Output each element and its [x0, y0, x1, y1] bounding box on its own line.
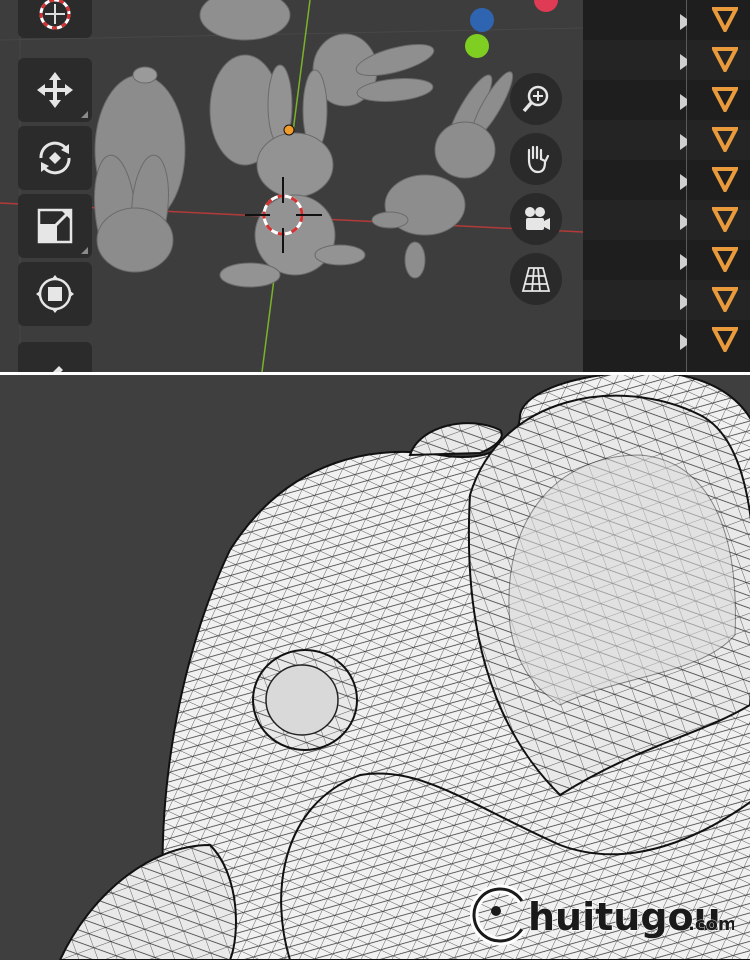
tool-submenu-indicator — [81, 111, 88, 118]
camera-view-button[interactable] — [510, 193, 562, 245]
scale-icon — [37, 208, 73, 244]
gizmo-z-dot — [470, 8, 494, 32]
zoom-icon — [522, 85, 549, 113]
toolbar — [14, 0, 96, 372]
keyframe-marker[interactable] — [712, 206, 738, 232]
bunny-ear-base-mesh — [408, 422, 503, 457]
wireframe-viewport[interactable]: huitugou .com — [0, 375, 750, 960]
grid-icon — [521, 267, 551, 292]
keyframe-marker[interactable] — [712, 246, 738, 272]
tool-submenu-indicator — [81, 247, 88, 254]
pencil-icon — [53, 366, 63, 372]
watermark-c-icon — [470, 884, 531, 946]
gizmo-x-dot — [534, 0, 558, 12]
keyframe-tick — [680, 14, 693, 30]
keyframe-tick — [680, 214, 693, 230]
watermark-logo: huitugou .com — [470, 884, 734, 946]
keyframe-marker[interactable] — [712, 46, 738, 72]
watermark-brand-suffix: .com — [688, 914, 734, 935]
zoom-button[interactable] — [510, 73, 562, 125]
pan-button[interactable] — [510, 133, 562, 185]
keyframe-marker[interactable] — [712, 86, 738, 112]
object-origin — [283, 124, 295, 136]
keyframe-marker[interactable] — [712, 286, 738, 312]
move-icon — [37, 72, 73, 108]
camera-icon — [525, 207, 550, 230]
keyframe-tick — [680, 134, 693, 150]
rotate-icon — [39, 141, 71, 175]
keyframe-tick — [680, 254, 693, 270]
scale-tool[interactable] — [18, 194, 92, 258]
cursor-tool[interactable] — [18, 0, 92, 38]
keyframe-tick — [680, 54, 693, 70]
hand-icon — [527, 145, 550, 174]
rotate-tool[interactable] — [18, 126, 92, 190]
move-tool[interactable] — [18, 58, 92, 122]
keyframe-tick — [680, 94, 693, 110]
keyframe-marker[interactable] — [712, 166, 738, 192]
keyframe-tick — [680, 294, 693, 310]
perspective-toggle-button[interactable] — [510, 253, 562, 305]
annotate-tool[interactable] — [18, 342, 92, 372]
keyframe-tick — [680, 334, 693, 350]
wireframe-mesh — [58, 375, 750, 960]
cursor-icon — [39, 0, 71, 30]
gizmo-y-dot — [465, 34, 489, 58]
bunny-model — [94, 66, 186, 273]
keyframe-marker[interactable] — [712, 6, 738, 32]
viewport-panel[interactable] — [0, 0, 750, 372]
transform-tool[interactable] — [18, 262, 92, 326]
keyframe-tick — [680, 174, 693, 190]
keyframe-marker[interactable] — [712, 326, 738, 352]
transform-icon — [36, 275, 74, 313]
keyframe-marker[interactable] — [712, 126, 738, 152]
